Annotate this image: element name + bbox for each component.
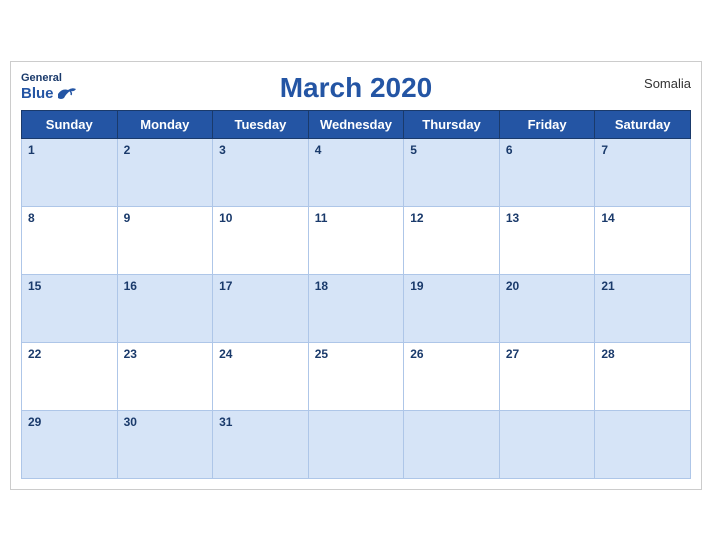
calendar-day-cell: 19 xyxy=(404,274,500,342)
day-number: 3 xyxy=(219,143,226,157)
calendar-day-cell: 6 xyxy=(499,138,595,206)
day-number: 12 xyxy=(410,211,423,225)
calendar-day-cell: 25 xyxy=(308,342,404,410)
calendar-day-cell: 3 xyxy=(213,138,309,206)
calendar-week-row: 29 30 31 xyxy=(22,410,691,478)
day-number: 29 xyxy=(28,415,41,429)
day-number: 25 xyxy=(315,347,328,361)
day-number: 27 xyxy=(506,347,519,361)
calendar-table: SundayMondayTuesdayWednesdayThursdayFrid… xyxy=(21,110,691,479)
weekday-header-saturday: Saturday xyxy=(595,110,691,138)
calendar-day-cell: 12 xyxy=(404,206,500,274)
calendar-day-cell: 28 xyxy=(595,342,691,410)
calendar-day-cell: 31 xyxy=(213,410,309,478)
calendar-day-cell: 8 xyxy=(22,206,118,274)
calendar-day-cell: 23 xyxy=(117,342,213,410)
day-number: 23 xyxy=(124,347,137,361)
day-number: 18 xyxy=(315,279,328,293)
calendar-week-row: 22 23 24 25 26 27 28 xyxy=(22,342,691,410)
calendar-day-cell: 5 xyxy=(404,138,500,206)
calendar-day-cell xyxy=(499,410,595,478)
calendar-day-cell: 20 xyxy=(499,274,595,342)
day-number: 8 xyxy=(28,211,35,225)
logo-general: General xyxy=(21,72,62,85)
weekday-header-monday: Monday xyxy=(117,110,213,138)
calendar-day-cell xyxy=(404,410,500,478)
calendar-day-cell: 22 xyxy=(22,342,118,410)
calendar-day-cell: 2 xyxy=(117,138,213,206)
day-number: 30 xyxy=(124,415,137,429)
day-number: 20 xyxy=(506,279,519,293)
calendar-day-cell: 24 xyxy=(213,342,309,410)
day-number: 22 xyxy=(28,347,41,361)
calendar-container: General Blue March 2020 Somalia SundayMo… xyxy=(10,61,702,490)
calendar-day-cell: 29 xyxy=(22,410,118,478)
day-number: 1 xyxy=(28,143,35,157)
day-number: 15 xyxy=(28,279,41,293)
weekday-header-tuesday: Tuesday xyxy=(213,110,309,138)
weekday-header-wednesday: Wednesday xyxy=(308,110,404,138)
country-label: Somalia xyxy=(644,76,691,91)
day-number: 4 xyxy=(315,143,322,157)
weekday-header-row: SundayMondayTuesdayWednesdayThursdayFrid… xyxy=(22,110,691,138)
day-number: 9 xyxy=(124,211,131,225)
calendar-day-cell: 16 xyxy=(117,274,213,342)
weekday-header-thursday: Thursday xyxy=(404,110,500,138)
day-number: 2 xyxy=(124,143,131,157)
day-number: 19 xyxy=(410,279,423,293)
day-number: 6 xyxy=(506,143,513,157)
calendar-week-row: 15 16 17 18 19 20 21 xyxy=(22,274,691,342)
calendar-week-row: 1 2 3 4 5 6 7 xyxy=(22,138,691,206)
calendar-day-cell: 21 xyxy=(595,274,691,342)
day-number: 28 xyxy=(601,347,614,361)
logo-bird-icon xyxy=(56,86,78,102)
calendar-day-cell: 4 xyxy=(308,138,404,206)
day-number: 11 xyxy=(315,211,328,225)
day-number: 13 xyxy=(506,211,519,225)
calendar-title: March 2020 xyxy=(280,72,433,104)
calendar-day-cell: 27 xyxy=(499,342,595,410)
weekday-header-friday: Friday xyxy=(499,110,595,138)
calendar-day-cell: 10 xyxy=(213,206,309,274)
calendar-day-cell: 17 xyxy=(213,274,309,342)
day-number: 26 xyxy=(410,347,423,361)
calendar-day-cell: 13 xyxy=(499,206,595,274)
calendar-week-row: 8 9 10 11 12 13 14 xyxy=(22,206,691,274)
calendar-day-cell: 11 xyxy=(308,206,404,274)
day-number: 7 xyxy=(601,143,608,157)
day-number: 31 xyxy=(219,415,232,429)
calendar-day-cell: 30 xyxy=(117,410,213,478)
calendar-day-cell xyxy=(595,410,691,478)
day-number: 21 xyxy=(601,279,614,293)
calendar-header: General Blue March 2020 Somalia xyxy=(21,72,691,104)
calendar-day-cell: 18 xyxy=(308,274,404,342)
weekday-header-sunday: Sunday xyxy=(22,110,118,138)
calendar-day-cell xyxy=(308,410,404,478)
logo: General Blue xyxy=(21,72,78,103)
calendar-day-cell: 7 xyxy=(595,138,691,206)
day-number: 17 xyxy=(219,279,232,293)
day-number: 14 xyxy=(601,211,614,225)
calendar-day-cell: 15 xyxy=(22,274,118,342)
calendar-day-cell: 26 xyxy=(404,342,500,410)
day-number: 16 xyxy=(124,279,137,293)
calendar-day-cell: 1 xyxy=(22,138,118,206)
calendar-day-cell: 9 xyxy=(117,206,213,274)
day-number: 10 xyxy=(219,211,232,225)
day-number: 5 xyxy=(410,143,417,157)
calendar-day-cell: 14 xyxy=(595,206,691,274)
day-number: 24 xyxy=(219,347,232,361)
logo-blue: Blue xyxy=(21,85,54,103)
